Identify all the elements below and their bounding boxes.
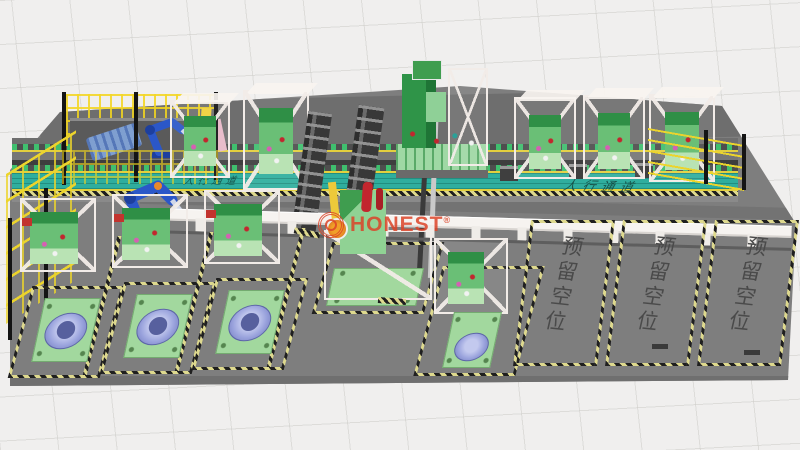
floor-marking (744, 350, 760, 355)
station-machine (448, 252, 484, 304)
fence-post (8, 218, 12, 340)
factory-3d-viewport[interactable]: 人行通道 人行通道 (0, 0, 800, 450)
watermark-text: HONEST® (350, 213, 451, 237)
floor-marking (652, 344, 668, 349)
winder-cell-4 (428, 238, 528, 374)
station-machine (598, 113, 630, 169)
station-machine (184, 116, 216, 166)
winder-cell-2 (112, 186, 204, 371)
red-sensor (22, 218, 32, 226)
fence-post (742, 134, 746, 190)
winder-cell-3 (204, 182, 296, 367)
process-cage-right-1 (514, 97, 576, 179)
reserved-slot-label: 预留空位 (629, 234, 681, 337)
red-sensor (114, 214, 124, 222)
process-cage-1 (170, 100, 230, 178)
registered-mark: ® (444, 215, 452, 225)
reserved-slot-3: 预留空位 (697, 220, 799, 366)
coil-spool (453, 329, 490, 365)
process-cage-right-2 (583, 95, 645, 179)
machine-detail-dots (396, 116, 488, 152)
gear-ring-icon (318, 212, 344, 238)
reserved-slot-label: 预留空位 (537, 234, 589, 337)
gear-ring-inner (325, 219, 337, 231)
winder-machine (30, 212, 78, 264)
machine-head-unit (412, 60, 442, 80)
center-press-cell (322, 182, 432, 312)
gantry-loader-machine (396, 60, 488, 178)
watermark-brand: HONEST (350, 213, 444, 236)
winder-cell-1 (20, 190, 112, 375)
red-cylinder (361, 182, 373, 213)
cell-frame (434, 238, 508, 314)
red-cylinder-small (376, 188, 383, 210)
brand-watermark: HONEST® (318, 212, 451, 238)
reserved-slot-label: 预留空位 (721, 234, 773, 337)
winder-machine (214, 204, 262, 256)
fence-post (704, 130, 708, 184)
right-end-fence (648, 128, 748, 186)
red-sensor (206, 210, 216, 218)
reserved-slot-1: 预留空位 (513, 220, 615, 366)
winder-machine (122, 208, 170, 260)
station-machine (529, 115, 561, 169)
station-machine (259, 108, 293, 174)
